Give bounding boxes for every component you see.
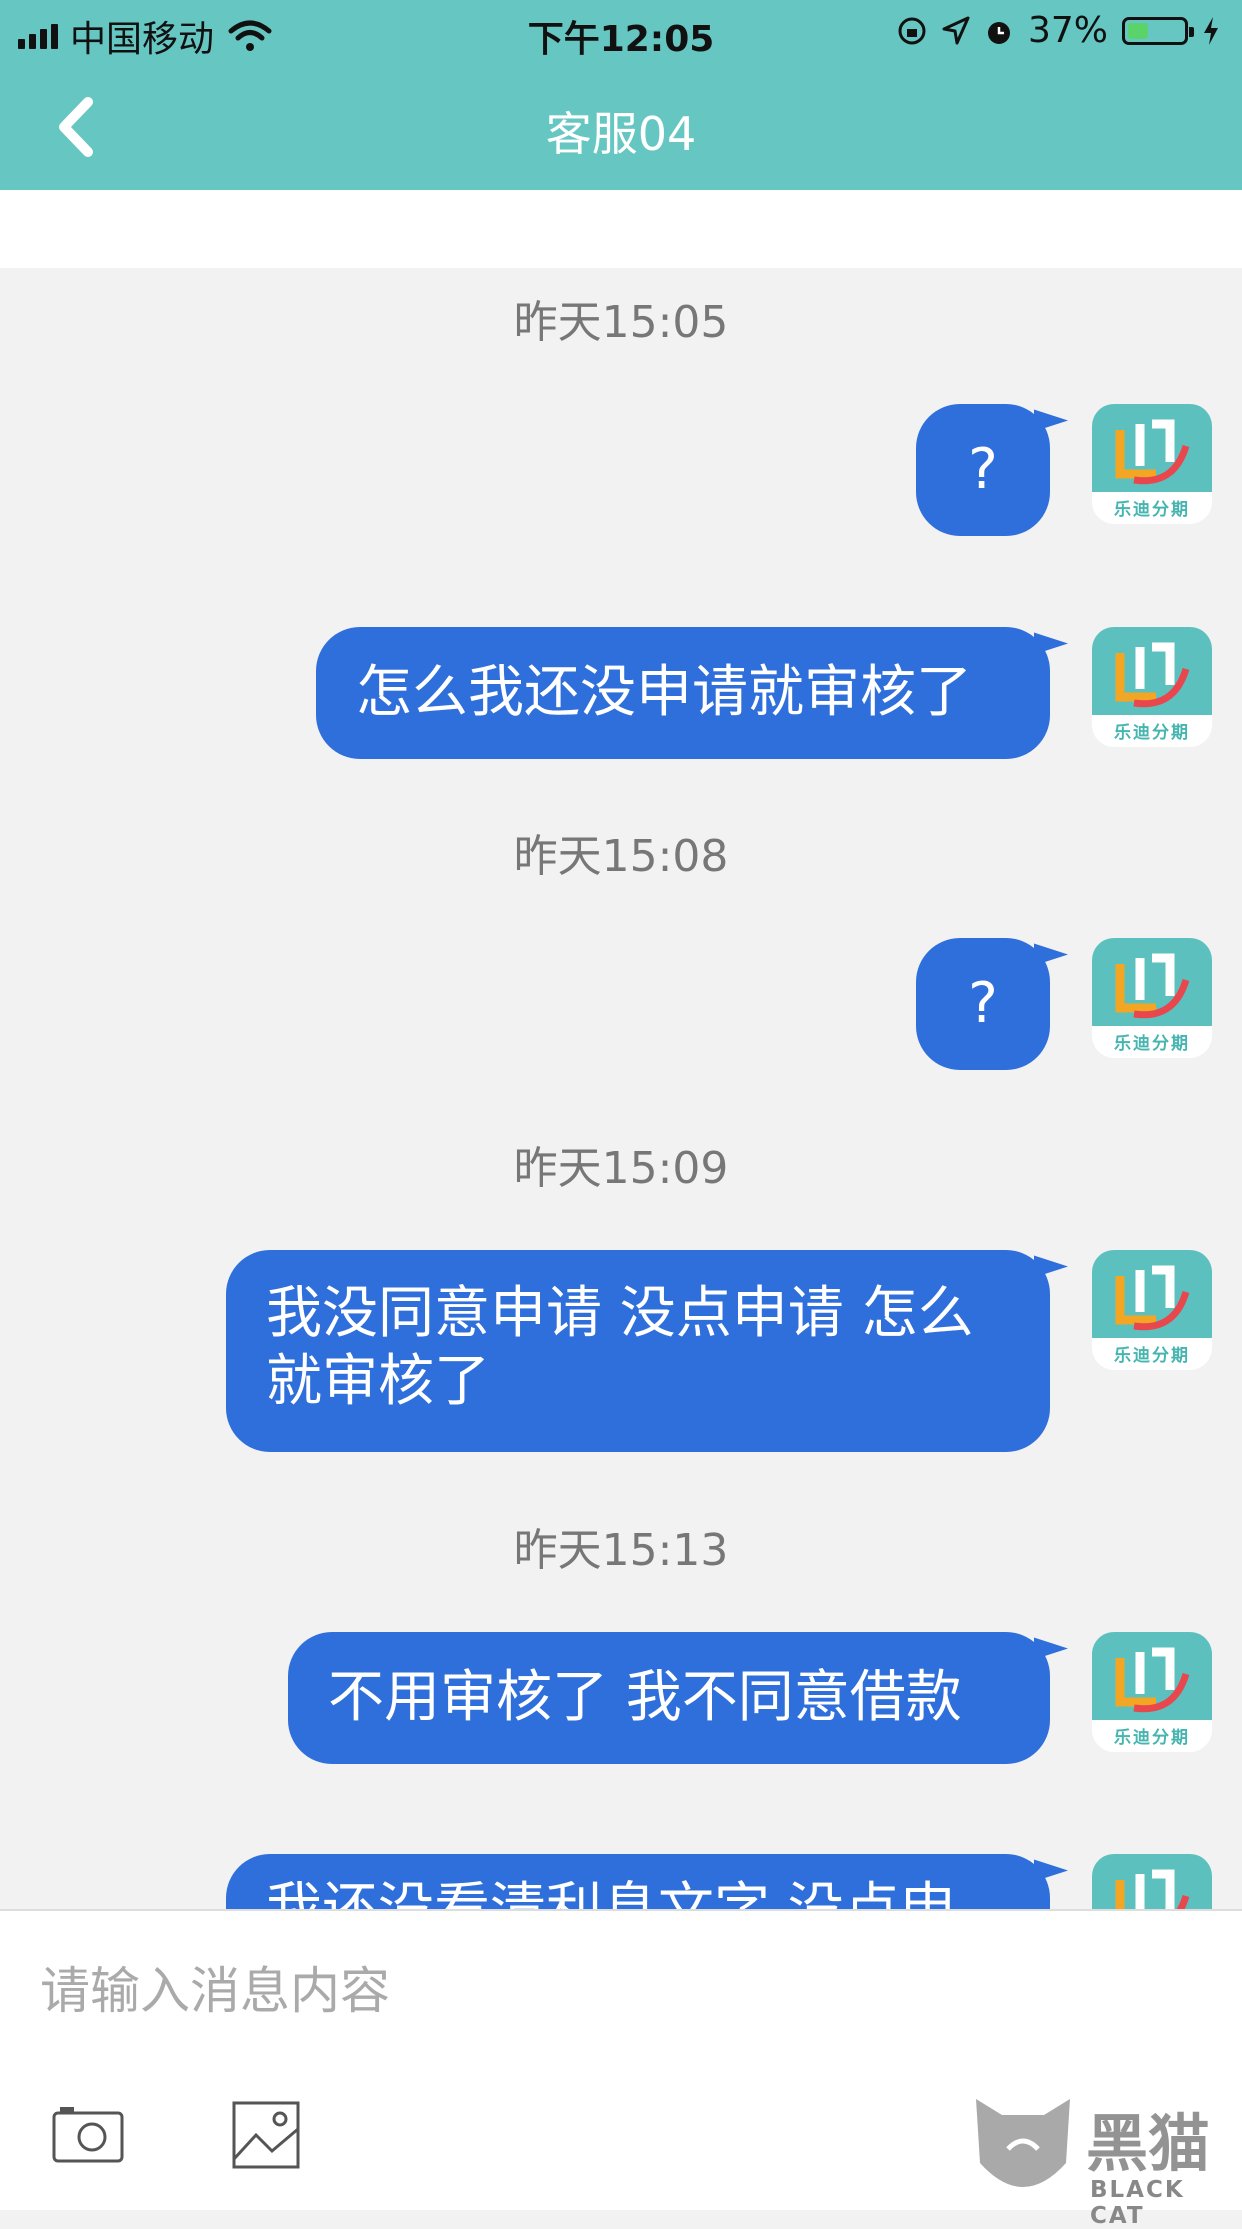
timestamp: 昨天15:05 — [513, 297, 729, 348]
spacer — [0, 190, 1242, 268]
location-icon — [942, 16, 970, 44]
message-bubble[interactable]: 怎么我还没申请就审核了 — [316, 627, 1050, 759]
charging-icon — [1204, 16, 1218, 45]
nav-bar: 客服04 — [0, 62, 1242, 190]
avatar[interactable]: 乐迪分期 — [1092, 1854, 1212, 1909]
app-logo-icon — [1115, 419, 1190, 485]
avatar[interactable]: 乐迪分期 — [1092, 627, 1212, 747]
message-bubble[interactable]: ? — [916, 938, 1050, 1070]
avatar-label: 乐迪分期 — [1114, 1034, 1190, 1054]
avatar[interactable]: 乐迪分期 — [1092, 1632, 1212, 1752]
avatar[interactable]: 乐迪分期 — [1092, 404, 1212, 524]
app-logo-icon — [1115, 1647, 1190, 1713]
app-logo-icon — [1115, 642, 1190, 708]
watermark-sub: BLACK CAT — [1090, 2177, 1185, 2229]
avatar[interactable]: 乐迪分期 — [1092, 1250, 1212, 1370]
battery-icon — [1122, 16, 1194, 45]
timestamp: 昨天15:13 — [513, 1525, 729, 1576]
message-list[interactable]: 昨天15:05 ? 乐迪分期 怎么我还没申请就审核了 乐迪分期 昨天15:08 … — [0, 268, 1242, 1909]
avatar-label: 乐迪分期 — [1114, 1728, 1190, 1748]
status-bar: 中国移动 下午12:05 37% — [0, 0, 1242, 62]
rotation-lock-icon — [898, 17, 926, 44]
timestamp: 昨天15:08 — [513, 831, 729, 882]
cat-logo-icon — [976, 2099, 1070, 2187]
page-title: 客服04 — [545, 107, 697, 161]
avatar-label: 乐迪分期 — [1114, 723, 1190, 743]
message-bubble[interactable]: ? — [916, 404, 1050, 536]
app-logo-icon — [1115, 1869, 1190, 1909]
alarm-icon — [987, 21, 1010, 44]
message-bubble[interactable]: 我还没看清利息文字 没点申 — [226, 1854, 1050, 1909]
message-bubble[interactable]: 不用审核了 我不同意借款 — [288, 1632, 1050, 1764]
avatar-label: 乐迪分期 — [1114, 500, 1190, 520]
app-logo-icon — [1115, 1265, 1190, 1331]
timestamp: 昨天15:09 — [513, 1143, 729, 1194]
message-input[interactable]: 请输入消息内容 — [40, 1951, 390, 2023]
avatar-label: 乐迪分期 — [1114, 1346, 1190, 1366]
avatar[interactable]: 乐迪分期 — [1092, 938, 1212, 1058]
watermark: 黑猫 BLACK CAT — [968, 2093, 1242, 2229]
battery-percent: 37% — [1027, 10, 1108, 51]
watermark-brand: 黑猫 — [1086, 2107, 1211, 2180]
image-icon[interactable] — [232, 2101, 300, 2169]
message-bubble[interactable]: 我没同意申请 没点申请 怎么 就审核了 — [226, 1250, 1050, 1452]
app-logo-icon — [1115, 953, 1190, 1019]
camera-icon[interactable] — [52, 2105, 124, 2163]
